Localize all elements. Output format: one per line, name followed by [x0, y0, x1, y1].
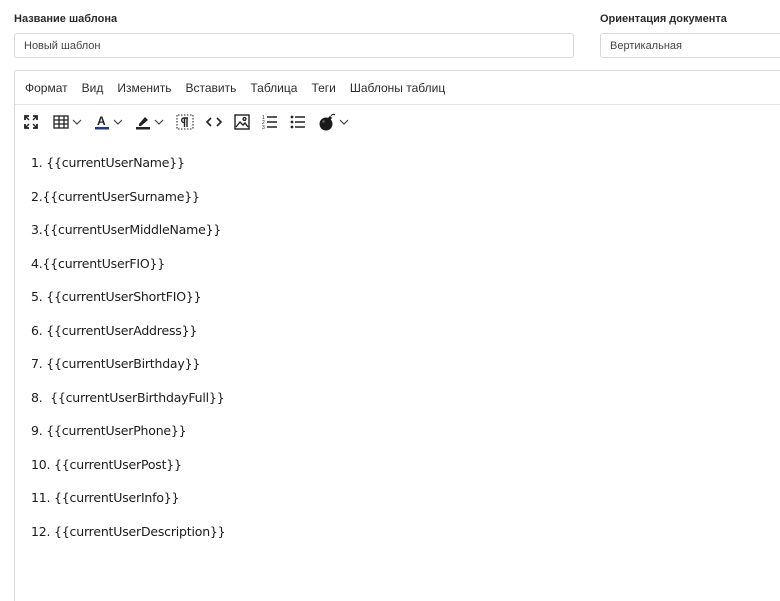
template-name-label: Название шаблона	[14, 13, 118, 25]
svg-text:A: A	[97, 114, 106, 128]
content-line: 2.{{currentUserSurname}}	[31, 188, 200, 204]
menu-table[interactable]: Таблица	[250, 81, 297, 95]
content-line: 7. {{currentUserBirthday}}	[31, 356, 201, 371]
content-line: 12. {{currentUserDescription}}	[31, 523, 226, 539]
template-name-input[interactable]: Новый шаблон	[14, 33, 574, 58]
table-icon[interactable]	[53, 110, 82, 134]
chevron-down-icon	[72, 119, 82, 125]
image-icon[interactable]	[234, 110, 250, 134]
editor-toolbar: A 1 2 3	[15, 105, 780, 139]
content-line: 10. {{currentUserPost}}	[31, 456, 182, 472]
chevron-down-icon	[113, 119, 123, 125]
text-color-icon[interactable]: A	[94, 110, 123, 134]
chevron-down-icon	[154, 119, 164, 125]
numbered-list-icon[interactable]: 1 2 3	[262, 110, 278, 134]
fullscreen-icon[interactable]	[23, 110, 39, 134]
chevron-down-icon	[339, 119, 349, 125]
svg-text:3: 3	[262, 125, 265, 130]
orientation-label: Ориентация документа	[600, 13, 727, 25]
editor-content[interactable]: 1. {{currentUserName}} 2.{{currentUserSu…	[15, 139, 780, 551]
content-line: 8. {{currentUserBirthdayFull}}	[31, 389, 225, 405]
content-line: 9. {{currentUserPhone}}	[31, 423, 187, 438]
menu-view[interactable]: Вид	[82, 81, 104, 95]
menu-tags[interactable]: Теги	[311, 81, 335, 95]
menu-insert[interactable]: Вставить	[186, 81, 237, 95]
bullet-list-icon[interactable]	[290, 110, 306, 134]
content-line: 5. {{currentUserShortFIO}}	[31, 289, 202, 304]
menu-table-templates[interactable]: Шаблоны таблиц	[350, 81, 445, 95]
rich-text-editor: Формат Вид Изменить Вставить Таблица Тег…	[14, 70, 780, 601]
paragraph-marks-icon[interactable]	[176, 110, 194, 134]
editor-menubar: Формат Вид Изменить Вставить Таблица Тег…	[15, 71, 780, 105]
content-line: 1. {{currentUserName}}	[31, 155, 185, 170]
source-code-icon[interactable]	[206, 110, 222, 134]
highlight-icon[interactable]	[135, 110, 164, 134]
bomb-icon[interactable]	[318, 110, 349, 134]
content-line: 3.{{currentUserMiddleName}}	[31, 222, 222, 237]
content-line: 6. {{currentUserAddress}}	[31, 322, 198, 338]
menu-edit[interactable]: Изменить	[117, 81, 171, 95]
orientation-select[interactable]: Вертикальная	[600, 33, 780, 58]
content-line: 11. {{currentUserInfo}}	[31, 490, 180, 505]
content-line: 4.{{currentUserFIO}}	[31, 255, 166, 271]
menu-format[interactable]: Формат	[25, 81, 68, 95]
